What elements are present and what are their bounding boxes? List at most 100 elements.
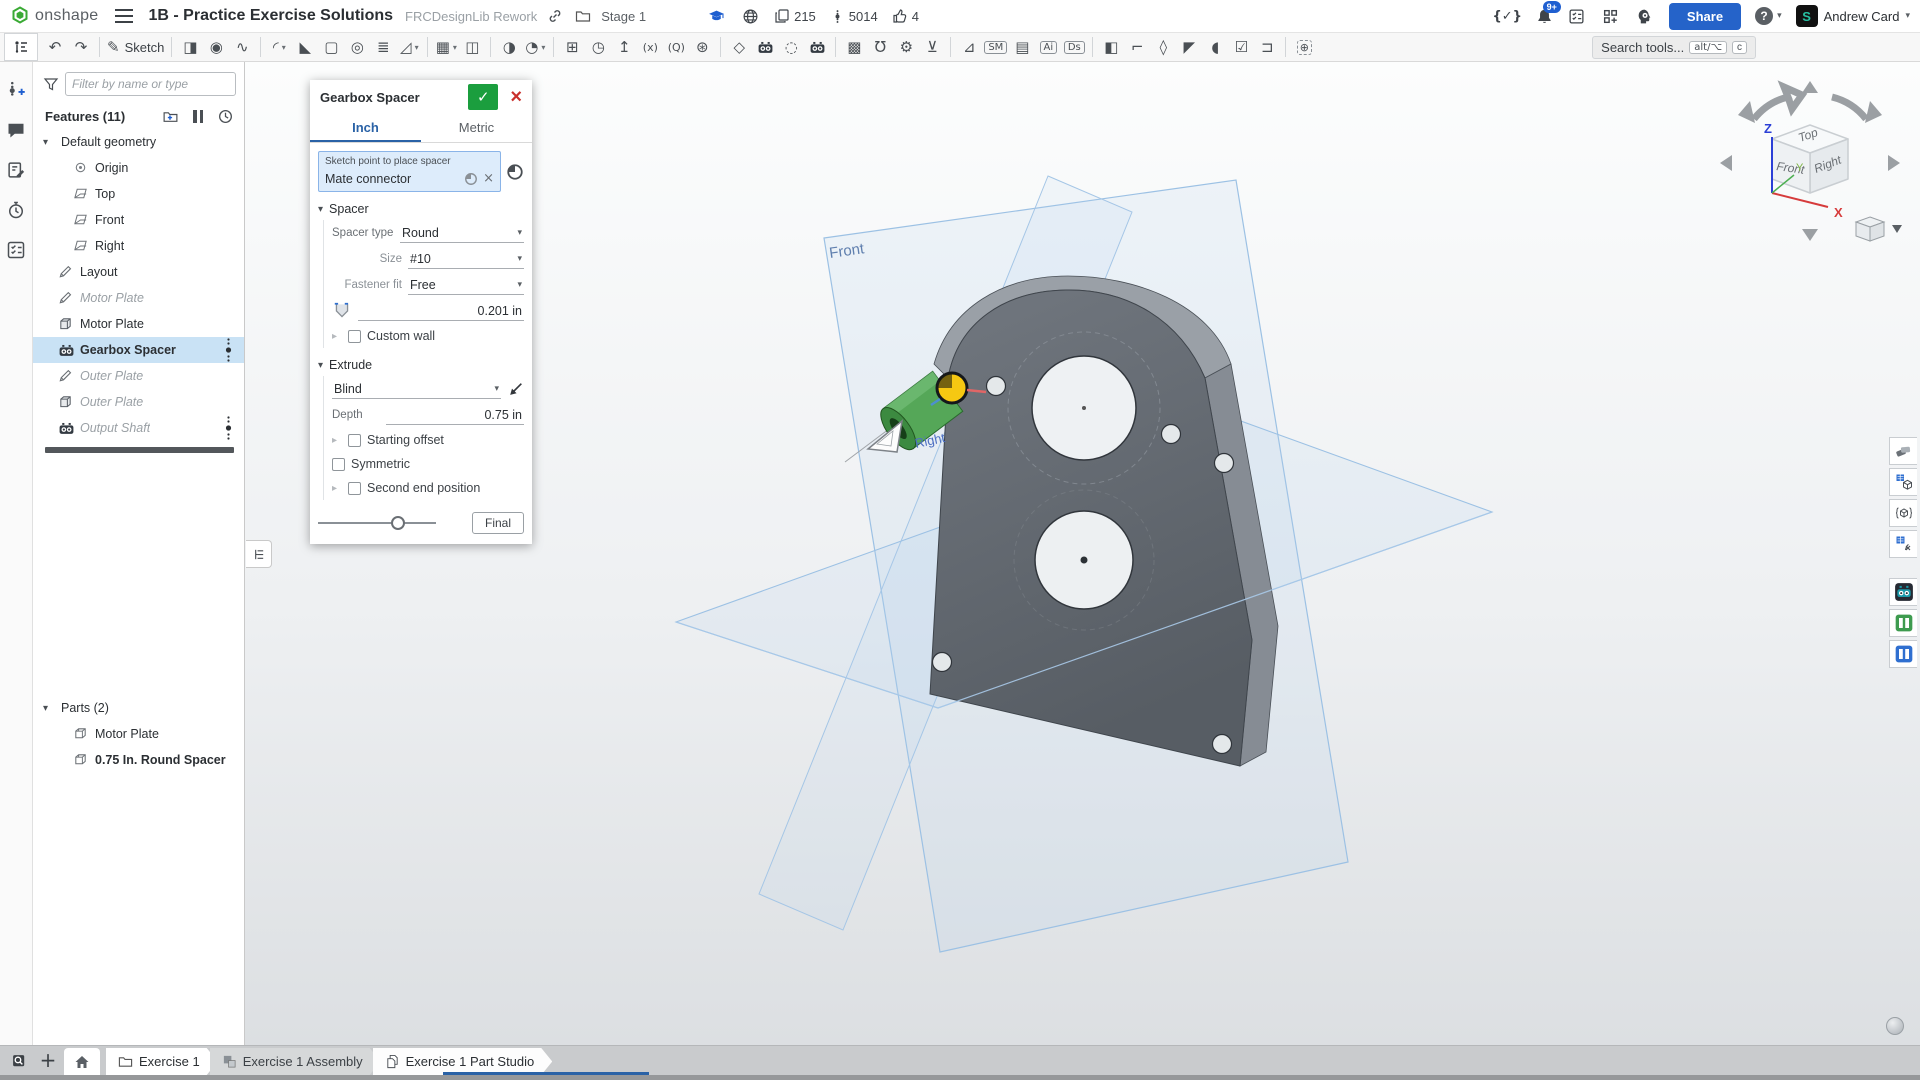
mate-connector-icon[interactable]: ⊛	[689, 34, 715, 60]
feature-row-front[interactable]: Front	[33, 207, 244, 233]
sketch-point-selection-field[interactable]: Sketch point to place spacer Mate connec…	[318, 151, 501, 192]
pattern-icon[interactable]: ▦▾	[433, 34, 459, 60]
chamfer-icon[interactable]: ◣	[292, 34, 318, 60]
part-row-0-75-in-round-spacer[interactable]: 0.75 In. Round Spacer	[33, 747, 244, 773]
variable-icon[interactable]: (x)	[637, 34, 663, 60]
history-icon[interactable]	[6, 200, 26, 220]
versions-icon[interactable]: {✓}	[1493, 9, 1522, 24]
feature-row-motor-plate[interactable]: Motor Plate	[33, 311, 244, 337]
doc-tab-exercise-1[interactable]: Exercise 1	[106, 1048, 218, 1075]
feature-row-outer-plate[interactable]: Outer Plate	[33, 363, 244, 389]
public-globe-icon[interactable]	[740, 6, 760, 26]
sweep-icon[interactable]: ∿	[229, 34, 255, 60]
rollback-handle-icon[interactable]	[225, 337, 240, 363]
size-dropdown[interactable]: #10 ▾	[408, 250, 524, 269]
filter-funnel-icon[interactable]	[43, 76, 59, 92]
education-icon[interactable]	[706, 6, 726, 26]
bend-icon[interactable]: ⌐	[1124, 34, 1150, 60]
view-options-cube[interactable]	[1856, 217, 1902, 241]
usage-stat[interactable]: 5014	[830, 9, 878, 24]
mate-connector-toggle-icon[interactable]	[506, 163, 524, 181]
menu-icon[interactable]	[115, 9, 133, 23]
rollback-clock-icon[interactable]	[217, 108, 234, 125]
filter-input[interactable]	[65, 72, 236, 96]
notes-icon[interactable]	[6, 160, 26, 180]
extrude-icon[interactable]: ◨	[177, 34, 203, 60]
link-icon[interactable]	[545, 6, 565, 26]
spacer-section-header[interactable]: ▾ Spacer	[318, 202, 524, 216]
shell-icon[interactable]: ▢	[318, 34, 344, 60]
custom-wall-checkbox[interactable]	[348, 330, 361, 343]
symmetric-checkbox[interactable]	[332, 458, 345, 471]
configurations-icon[interactable]	[1889, 499, 1917, 527]
frame-plus-icon[interactable]: ⊕	[1291, 34, 1317, 60]
rollback-bar[interactable]	[45, 447, 234, 453]
sketch-button[interactable]: ✎Sketch	[105, 34, 166, 60]
starting-offset-checkbox[interactable]	[348, 434, 361, 447]
transform-icon[interactable]: ⊞	[559, 34, 585, 60]
feature-row-default-geometry[interactable]: ▾Default geometry	[33, 129, 244, 155]
part-row-motor-plate[interactable]: Motor Plate	[33, 721, 244, 747]
feature-row-gearbox-spacer[interactable]: Gearbox Spacer	[33, 337, 244, 363]
green-library-icon[interactable]	[1889, 609, 1917, 637]
flip-direction-icon[interactable]	[507, 381, 524, 398]
bore-center-point[interactable]	[1082, 406, 1086, 410]
wrap-icon[interactable]: ⊐	[1254, 34, 1280, 60]
blue-library-icon[interactable]	[1889, 640, 1917, 668]
filter-tool-icon[interactable]: ⊻	[919, 34, 945, 60]
feature-table-icon[interactable]	[1889, 530, 1917, 558]
search-tools[interactable]: Search tools... alt/⌥ c	[1592, 36, 1756, 59]
checklist-icon[interactable]	[6, 240, 26, 260]
feature-list-toggle[interactable]	[4, 33, 38, 61]
delete-face-icon[interactable]: ◊	[1150, 34, 1176, 60]
parts-table-icon[interactable]	[1889, 468, 1917, 496]
rollback-handle-icon[interactable]	[225, 415, 240, 441]
bore-diameter-icon[interactable]	[332, 301, 352, 321]
replace-face-icon[interactable]: ◖	[1202, 34, 1228, 60]
cancel-button[interactable]: ×	[506, 87, 526, 107]
accept-button[interactable]: ✓	[468, 84, 498, 110]
feature-row-layout[interactable]: Layout	[33, 259, 244, 285]
notifications-bell[interactable]: 9+	[1536, 8, 1553, 25]
clear-selection-icon[interactable]: ×	[483, 171, 494, 186]
home-tab-button[interactable]	[64, 1048, 100, 1075]
tab-manager-icon[interactable]	[8, 1050, 32, 1074]
edit-check-icon[interactable]: ☑	[1228, 34, 1254, 60]
robot-feature-icon[interactable]	[752, 34, 778, 60]
primitive-cube-icon[interactable]: ◇	[726, 34, 752, 60]
doc-tab-exercise-1-part-studio[interactable]: Exercise 1 Part Studio	[373, 1048, 553, 1075]
onshape-logo[interactable]: onshape	[10, 6, 99, 26]
likes-stat[interactable]: 4	[892, 8, 919, 24]
feature-row-outer-plate[interactable]: Outer Plate	[33, 389, 244, 415]
add-tab-button[interactable]: +	[36, 1048, 60, 1072]
fastener-fit-dropdown[interactable]: Free ▾	[408, 276, 524, 295]
chevron-down-icon[interactable]: ▾	[43, 137, 55, 148]
symmetric-row[interactable]: Symmetric	[332, 452, 524, 476]
ai-advisor-icon[interactable]	[1635, 6, 1655, 26]
tasks-icon[interactable]	[1567, 6, 1587, 26]
bore-diameter-input[interactable]: 0.201 in	[358, 302, 524, 321]
undo-icon[interactable]: ↶	[42, 34, 68, 60]
view-cube[interactable]: Top Front Right Z X Y	[1710, 75, 1910, 260]
feature-row-motor-plate[interactable]: Motor Plate	[33, 285, 244, 311]
final-button[interactable]: Final	[472, 512, 524, 534]
starting-offset-row[interactable]: ▸ Starting offset	[332, 428, 524, 452]
spacer-type-dropdown[interactable]: Round ▾	[400, 224, 524, 243]
rib-icon[interactable]: ≣	[370, 34, 396, 60]
slider-handle[interactable]	[391, 516, 405, 530]
mirror-icon[interactable]: ◫	[459, 34, 485, 60]
second-end-row[interactable]: ▸ Second end position	[332, 476, 524, 500]
user-menu[interactable]: S Andrew Card ▾	[1796, 5, 1910, 27]
sheet-metal-model-icon[interactable]: SM	[982, 34, 1009, 60]
boolean-icon[interactable]: ◑	[496, 34, 522, 60]
feature-row-origin[interactable]: Origin	[33, 155, 244, 181]
belt-tool-icon[interactable]: Ʊ	[867, 34, 893, 60]
appearance-icon[interactable]: ▩	[841, 34, 867, 60]
depth-input[interactable]: 0.75 in	[386, 406, 524, 425]
custom-wall-row[interactable]: ▸ Custom wall	[332, 324, 524, 348]
redo-icon[interactable]: ↷	[68, 34, 94, 60]
preview-slider[interactable]	[318, 516, 436, 530]
feature-row-right[interactable]: Right	[33, 233, 244, 259]
draft-icon[interactable]: ◿▾	[396, 34, 422, 60]
selected-sketch-point[interactable]	[1081, 557, 1088, 564]
